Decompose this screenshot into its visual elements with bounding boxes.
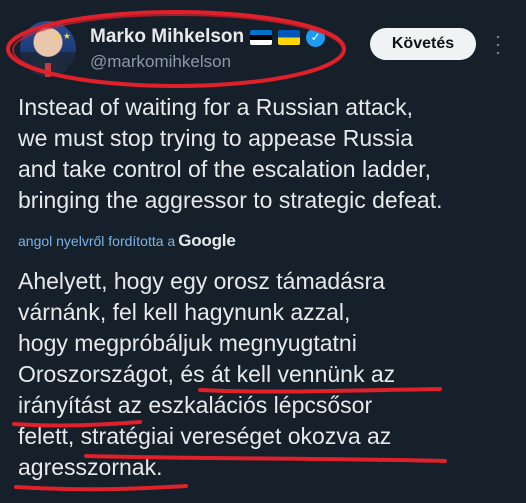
eu-stars-icon: ★★ bbox=[53, 31, 72, 41]
original-post-text: Instead of waiting for a Russian attack,… bbox=[18, 92, 513, 216]
verified-badge-icon: ✓ bbox=[306, 27, 326, 47]
original-line: and take control of the escalation ladde… bbox=[18, 156, 432, 182]
translated-line: hogy megpróbáljuk megnyugtatni bbox=[18, 330, 357, 356]
google-logo: Google bbox=[178, 231, 236, 250]
translation-note: angol nyelvről fordította a bbox=[18, 233, 176, 249]
ukraine-flag-icon bbox=[278, 29, 301, 45]
translated-line: felett, stratégiai vereséget okozva az bbox=[18, 423, 392, 449]
avatar-tie bbox=[45, 63, 51, 77]
original-line: we must stop trying to appease Russia bbox=[18, 125, 414, 151]
original-line: Instead of waiting for a Russian attack, bbox=[18, 94, 414, 120]
translated-line: agresszornak. bbox=[18, 454, 163, 480]
original-line: bringing the aggressor to strategic defe… bbox=[18, 187, 443, 213]
red-underline bbox=[14, 484, 188, 492]
estonia-flag-icon bbox=[250, 29, 273, 45]
translated-post-text: Ahelyett, hogy egy orosz támadásra várná… bbox=[18, 266, 498, 483]
author-name-text: Marko Mihkelson bbox=[90, 26, 245, 47]
translated-line: irányítást az eszkalációs lépcsősor bbox=[18, 392, 373, 418]
author-handle[interactable]: @markomihkelson bbox=[90, 52, 231, 72]
more-options-icon[interactable]: · · · bbox=[492, 27, 504, 61]
translated-line: Ahelyett, hogy egy orosz támadásra bbox=[18, 268, 385, 294]
author-avatar[interactable]: ★★ bbox=[20, 21, 76, 77]
translated-line: várnánk, fel kell hagynunk azzal, bbox=[18, 299, 351, 325]
translated-line: Oroszországot, és át kell vennünk az bbox=[18, 361, 396, 387]
translation-attribution[interactable]: angol nyelvről fordította a Google bbox=[18, 231, 236, 251]
author-display-name[interactable]: Marko Mihkelson ✓ bbox=[90, 26, 326, 48]
follow-button[interactable]: Követés bbox=[370, 28, 476, 60]
tweet-card: ★★ Marko Mihkelson ✓ @markomihkelson Köv… bbox=[0, 0, 526, 503]
